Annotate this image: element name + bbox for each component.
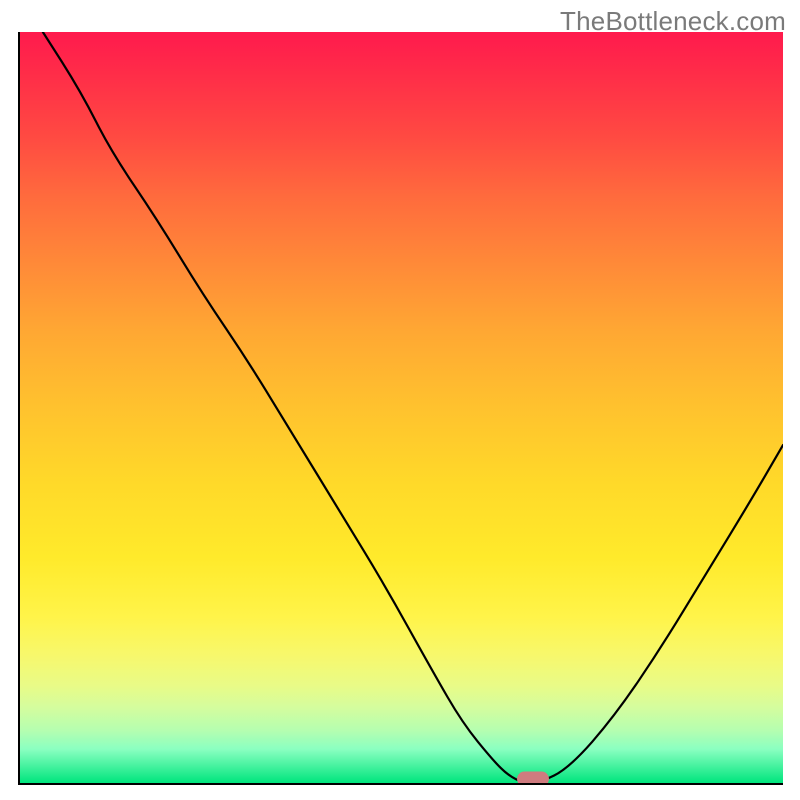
gradient-background (20, 32, 783, 783)
plot-area (18, 32, 783, 785)
optimal-point-marker (517, 772, 549, 786)
chart-container: TheBottleneck.com (0, 0, 800, 800)
